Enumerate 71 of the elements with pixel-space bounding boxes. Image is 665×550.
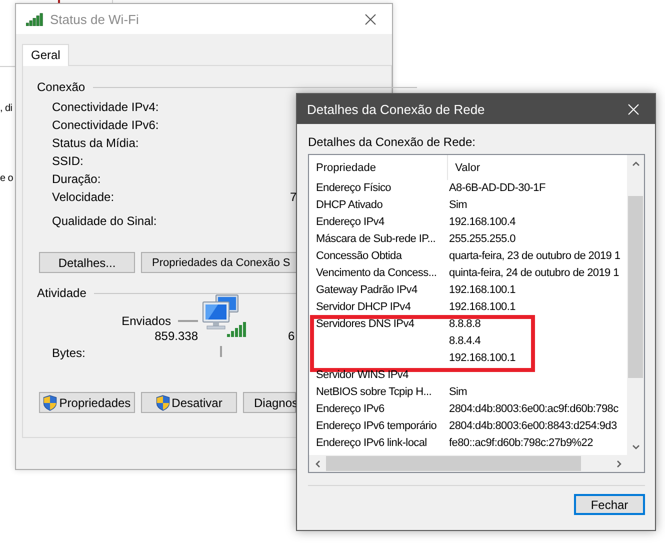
signal-bars-icon [26, 12, 44, 26]
horizontal-scrollbar[interactable] [309, 455, 627, 472]
value-cell-text: 8.8.4.4 [449, 334, 482, 349]
shield-icon [156, 394, 170, 410]
network-computers-icon [200, 294, 248, 340]
value-cell-text: Sim [449, 385, 468, 400]
value-cell-text: 255.255.255.0 [449, 232, 516, 247]
value-cell-text: 8.8.8.8 [449, 317, 482, 332]
scrollbar-thumb[interactable] [326, 456, 581, 471]
property-cell-text: NetBIOS sobre Tcpip H... [315, 385, 432, 400]
value-cell-text: A8-6B-AD-DD-30-1F [449, 181, 546, 196]
received-bytes: 6 [287, 329, 296, 345]
property-cell-text: Gateway Padrão IPv4 [315, 283, 418, 298]
scroll-down-icon[interactable] [632, 442, 640, 450]
field-label: Duração: [52, 172, 102, 186]
background-text: e o [0, 173, 14, 184]
property-cell-text: Servidor WINS IPv4 [315, 368, 410, 383]
value-cell-text: fe80::ac9f:d60b:798c:27b9%22 [449, 436, 593, 451]
value-cell-text: 192.168.100.1 [449, 283, 516, 298]
scroll-up-icon[interactable] [632, 160, 640, 168]
shield-icon [43, 394, 58, 410]
action-button[interactable]: Propriedades [39, 392, 135, 413]
property-cell-text: Máscara de Sub-rede IP... [315, 232, 436, 247]
sent-label: Enviados [122, 314, 171, 328]
value-cell-text: 192.168.100.1 [449, 300, 516, 315]
group-heading: Atividade [37, 286, 86, 300]
property-cell-text: Endereço IPv6 temporário [315, 419, 438, 434]
scroll-right-icon[interactable] [614, 460, 622, 468]
property-cell-text: Servidores DNS IPv4 [315, 317, 416, 332]
property-cell-text: Concessão Obtida [315, 249, 403, 264]
column-header[interactable]: Propriedade [309, 155, 448, 180]
vertical-scrollbar[interactable] [627, 155, 644, 455]
property-cell-text: Vencimento da Concess... [315, 266, 438, 281]
sent-bytes: 859.338 [154, 329, 198, 345]
column-header[interactable]: Valor [448, 155, 627, 180]
value-cell-text: 2804:d4b:8003:6e00:8843:d254:9d3 [449, 419, 617, 434]
property-cell-text: DHCP Ativado [315, 198, 384, 213]
tab[interactable]: Geral [22, 44, 70, 66]
value-cell-text: Sim [449, 198, 468, 213]
dialog-title: Detalhes da Conexão de Rede [307, 102, 486, 116]
field-label: Velocidade: [52, 190, 116, 204]
field-label: Qualidade do Sinal: [52, 214, 158, 228]
close-icon [628, 104, 638, 114]
group-heading: Conexão [37, 80, 86, 94]
value-cell-text: 2804:d4b:8003:6e00:ac9f:d60b:798c [449, 402, 618, 417]
property-cell-text: Endereço IPv4 [315, 215, 386, 230]
value-cell-text: quarta-feira, 23 de outubro de 2019 1 [449, 249, 620, 264]
value-cell-text: quinta-feira, 24 de outubro de 2019 1 [449, 266, 619, 281]
bytes-label: Bytes: [52, 346, 86, 362]
scrollbar-thumb[interactable] [628, 196, 643, 378]
field-label: Conectividade IPv6: [52, 118, 160, 132]
close-icon [364, 14, 376, 24]
property-cell-text: Servidor DHCP IPv4 [315, 300, 412, 315]
value-cell-text: 192.168.100.1 [449, 351, 516, 366]
field-label: Conectividade IPv4: [52, 100, 160, 114]
field-value: 7 [290, 190, 298, 204]
property-cell-text: Endereço Físico [315, 181, 392, 196]
action-button[interactable]: Diagnos [243, 392, 296, 413]
list-label: Detalhes da Conexão de Rede: [308, 135, 476, 149]
property-cell-text: Endereço IPv6 [315, 402, 386, 417]
details-button[interactable]: Detalhes... [39, 252, 135, 273]
properties-button[interactable]: Propriedades da Conexão S [141, 252, 299, 273]
scroll-left-icon[interactable] [314, 460, 322, 468]
action-button[interactable]: Desativar [141, 392, 237, 413]
window-title: Status de Wi-Fi [50, 12, 140, 26]
field-label: SSID: [52, 154, 84, 168]
property-cell-text: Endereço IPv6 link-local [315, 436, 428, 451]
background-text: , di [0, 103, 12, 114]
field-label: Status da Mídia: [52, 136, 140, 150]
value-cell-text: 192.168.100.4 [449, 215, 516, 230]
close-dialog-button[interactable]: Fechar [574, 494, 645, 515]
